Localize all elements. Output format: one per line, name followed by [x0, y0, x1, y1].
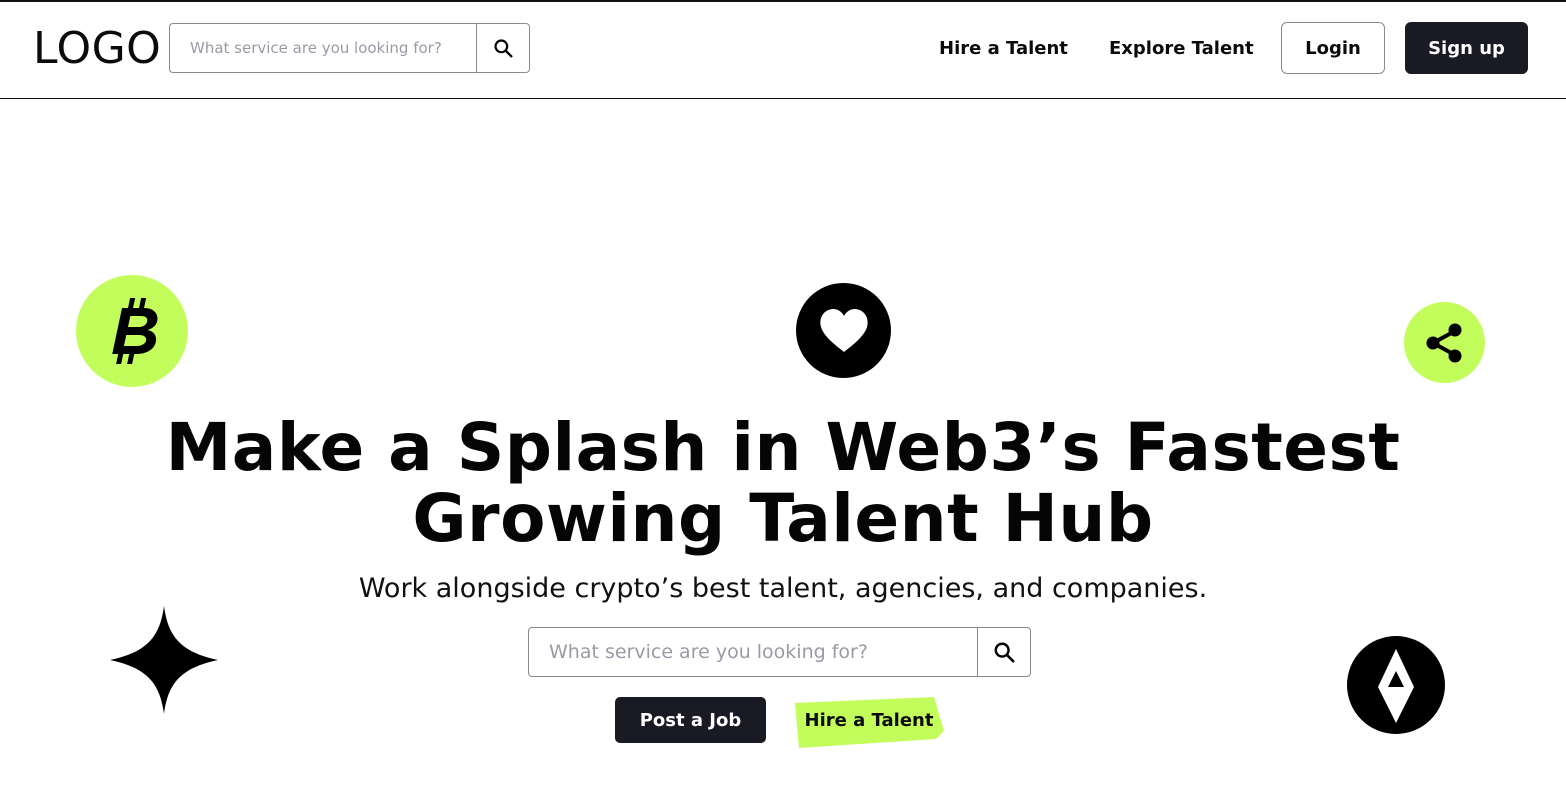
share-icon — [1404, 302, 1485, 383]
header-search-button[interactable] — [476, 24, 529, 72]
hero-search-input[interactable] — [529, 628, 978, 676]
hire-talent-button[interactable]: Hire a Talent — [794, 697, 944, 748]
nav-explore-talent[interactable]: Explore Talent — [1109, 37, 1254, 61]
hero-search — [528, 627, 1031, 677]
signup-button[interactable]: Sign up — [1405, 22, 1528, 74]
hero-title-line-1: Make a Splash in Web3’s Fastest — [165, 409, 1401, 486]
search-icon — [494, 39, 513, 58]
header-search-input[interactable] — [170, 24, 477, 72]
heart-icon — [796, 283, 891, 378]
logo[interactable]: LOGO — [33, 24, 161, 74]
navbar: LOGO Hire a Talent Explore Talent Login … — [0, 2, 1566, 99]
hero-search-button[interactable] — [977, 628, 1030, 676]
nav-hire-talent[interactable]: Hire a Talent — [939, 37, 1068, 61]
hero-subtitle: Work alongside crypto’s best talent, age… — [358, 573, 1208, 604]
ethereum-icon — [1347, 636, 1445, 734]
hero-title: Make a Splash in Web3’s Fastest Growing … — [0, 412, 1566, 554]
bitcoin-icon — [76, 275, 188, 387]
hero-title-line-2: Growing Talent Hub — [412, 480, 1154, 557]
header-search — [169, 23, 530, 73]
post-job-button[interactable]: Post a Job — [615, 697, 766, 743]
sparkle-star-icon — [110, 606, 218, 714]
search-icon — [994, 642, 1015, 663]
hire-talent-label: Hire a Talent — [804, 710, 934, 731]
login-button[interactable]: Login — [1281, 22, 1385, 74]
